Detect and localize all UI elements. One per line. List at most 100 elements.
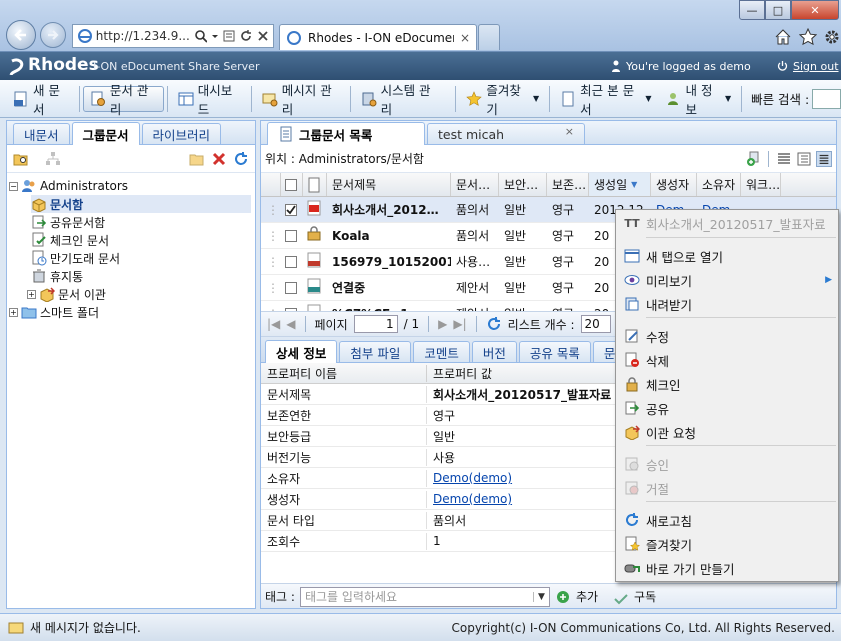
row-checkbox[interactable] [285,307,297,311]
tree-node-expiring[interactable]: 만기도래 문서 [31,249,253,267]
close-window-button[interactable]: ✕ [791,0,839,20]
select-all-checkbox[interactable] [285,178,297,191]
maximize-button[interactable]: □ [765,0,791,20]
address-bar[interactable]: http://1.234.9... [72,24,274,48]
menu-item-share[interactable]: 공유 [618,397,836,419]
first-page-icon[interactable]: |◀ [267,317,280,331]
tree-expand-toggle[interactable]: + [27,289,36,299]
col-retention[interactable]: 보존… [547,173,589,196]
stop-icon[interactable] [256,29,269,43]
tab-comments[interactable]: 코멘트 [413,341,470,362]
tree-node-shared[interactable]: 공유문서함 [31,213,253,231]
delete-x-icon[interactable] [211,151,227,167]
col-doctype[interactable]: 문서… [451,173,499,196]
tree-node-checkin[interactable]: 체크인 문서 [31,231,253,249]
col-created[interactable]: 생성일 ▼ [589,173,651,196]
dropdown-arrow-icon[interactable] [211,29,218,43]
tab-share-list[interactable]: 공유 목록 [518,341,591,362]
tab-close-icon[interactable]: × [565,125,574,138]
grid-view-icon[interactable] [816,150,832,167]
subscribe-icon[interactable] [613,589,629,605]
menu-item-shortcut[interactable]: 바로 가기 만들기 [618,557,836,579]
drag-handle-icon[interactable]: ⋮⋮ [261,281,281,295]
gear-icon[interactable] [823,28,841,46]
new-document-button[interactable]: 새 문서 [6,83,76,117]
row-checkbox[interactable] [285,203,297,216]
add-document-icon[interactable] [745,151,761,167]
tab-my-docs[interactable]: 내문서 [13,123,70,144]
dashboard-button[interactable]: 대시보드 [171,83,248,117]
row-checkbox[interactable] [285,255,297,268]
browser-tab-rhodes[interactable]: Rhodes - I-ON eDocument... × [279,24,477,50]
row-checkbox[interactable] [285,229,297,242]
compat-view-icon[interactable] [222,29,235,43]
tab-versions[interactable]: 버전 [471,341,517,362]
menu-item-eye[interactable]: 미리보기 ▶ [618,269,836,291]
drag-handle-icon[interactable]: ⋮⋮ [261,255,281,269]
col-owner[interactable]: 소유자 [697,173,741,196]
recent-docs-menu[interactable]: 최근 본 문서 ▼ [553,83,658,117]
tab-close-icon[interactable]: × [460,31,470,45]
tab-detail-info[interactable]: 상세 정보 [265,340,338,363]
refresh-icon[interactable] [239,29,252,43]
favorites-menu[interactable]: 즐겨찾기 ▼ [459,83,546,117]
tree-node-smart-folder[interactable]: + 스마트 폴더 [9,303,253,321]
col-workflow[interactable]: 워크… [741,173,781,196]
tree-node-transfer[interactable]: + 문서 이관 [27,285,253,303]
tree-collapse-toggle[interactable]: − [9,181,18,191]
list-view-icon[interactable] [776,151,792,167]
document-manage-button[interactable]: 문서 관리 [82,83,164,117]
back-button[interactable] [6,20,36,50]
col-creator[interactable]: 생성자 [651,173,697,196]
new-tab-button[interactable] [478,24,500,50]
menu-item-newtab[interactable]: 새 탭으로 열기 [618,245,836,267]
tab-group-docs[interactable]: 그룹문서 [71,122,140,145]
refresh-icon[interactable] [486,316,502,332]
menu-item-delete[interactable]: 삭제 [618,349,836,371]
tree-node-administrators[interactable]: − Administrators [9,177,253,195]
my-info-menu[interactable]: 내 정보 ▼ [659,83,739,117]
signout-link[interactable]: Sign out [793,60,839,73]
menu-item-download[interactable]: 내려받기 [618,293,836,315]
tag-add-button[interactable]: 추가 [576,588,598,605]
menu-item-edit[interactable]: 수정 [618,325,836,347]
tab-group-doc-list[interactable]: 그룹문서 목록 [267,122,425,145]
drag-handle-icon[interactable]: ⋮⋮ [261,203,281,217]
org-tree-icon[interactable] [45,151,61,167]
tab-library[interactable]: 라이브러리 [141,123,222,144]
refresh-icon[interactable] [233,151,249,167]
subscribe-button[interactable]: 구독 [634,588,656,605]
menu-item-refresh[interactable]: 새로고침 [618,509,836,531]
message-manage-button[interactable]: 메시지 관리 [255,83,347,117]
quick-search-input[interactable] [812,88,841,109]
chevron-down-icon[interactable]: ▼ [533,591,549,602]
prev-page-icon[interactable]: ◀ [286,317,295,331]
add-circle-icon[interactable] [555,589,571,605]
drag-handle-icon[interactable]: ⋮⋮ [261,307,281,312]
menu-item-lock[interactable]: 체크인 [618,373,836,395]
folder-search-icon[interactable] [13,151,29,167]
forward-button[interactable] [40,22,66,48]
system-manage-button[interactable]: 시스템 관리 [354,83,446,117]
menu-item-star[interactable]: 즐겨찾기 [618,533,836,555]
menu-item-transfer[interactable]: 이관 요청 [618,421,836,443]
col-title[interactable]: 문서제목 [327,173,451,196]
tab-test-micah[interactable]: test micah × [427,123,585,144]
tree-expand-toggle[interactable]: + [9,307,18,317]
next-page-icon[interactable]: ▶ [438,317,447,331]
favorites-star-icon[interactable] [799,28,817,46]
home-icon[interactable] [774,28,792,46]
minimize-button[interactable]: — [739,0,765,20]
folder-add-icon[interactable] [189,151,205,167]
last-page-icon[interactable]: ▶| [453,317,466,331]
row-checkbox[interactable] [285,281,297,294]
tag-input[interactable]: 태그를 입력하세요 ▼ [299,586,550,607]
detail-view-icon[interactable] [796,151,812,167]
drag-handle-icon[interactable]: ⋮⋮ [261,229,281,243]
tree-node-trash[interactable]: 휴지통 [31,267,253,285]
page-number-input[interactable]: 1 [353,315,398,333]
search-icon[interactable] [194,29,207,43]
list-count-input[interactable]: 20 [580,315,611,333]
tab-attachments[interactable]: 첨부 파일 [339,341,412,362]
tree-node-inbox[interactable]: 문서함 [31,195,251,213]
